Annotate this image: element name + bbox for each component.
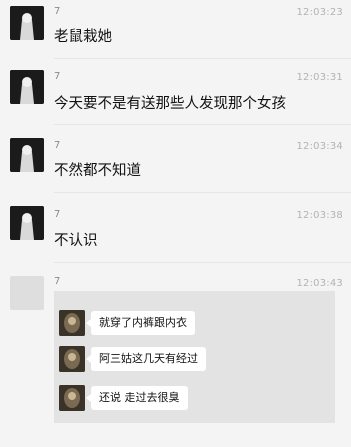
sender-name: 7 <box>54 209 61 220</box>
message-timestamp: 12:03:43 <box>296 278 343 289</box>
embedded-avatar <box>59 310 85 336</box>
message-text[interactable]: 不然都不知道 <box>54 159 141 180</box>
avatar[interactable] <box>10 138 44 172</box>
avatar[interactable] <box>10 70 44 104</box>
embedded-message-row: 阿三姑这几天有经过 <box>54 346 335 374</box>
sender-name: 7 <box>54 140 61 151</box>
divider <box>54 58 351 59</box>
message-timestamp: 12:03:34 <box>296 141 343 152</box>
embedded-screenshot-image[interactable]: 就穿了内裤跟内衣 阿三姑这几天有经过 还说 走过去很臭 <box>54 291 335 423</box>
embedded-avatar <box>59 346 85 372</box>
sender-name: 7 <box>54 276 61 287</box>
avatar[interactable] <box>10 276 44 310</box>
sender-name: 7 <box>54 6 61 17</box>
embedded-avatar <box>59 385 85 411</box>
message-text[interactable]: 不认识 <box>54 229 98 250</box>
embedded-message-row: 还说 走过去很臭 <box>54 385 335 413</box>
divider <box>54 124 351 125</box>
message-timestamp: 12:03:31 <box>296 72 343 83</box>
message-text[interactable]: 今天要不是有送那些人发现那个女孩 <box>54 92 286 113</box>
divider <box>54 192 351 193</box>
embedded-message-bubble: 还说 走过去很臭 <box>86 386 188 410</box>
message-timestamp: 12:03:38 <box>296 210 343 221</box>
message-timestamp: 12:03:23 <box>296 7 343 18</box>
divider <box>54 262 351 263</box>
embedded-message-row: 就穿了内裤跟内衣 <box>54 310 335 338</box>
embedded-message-bubble: 就穿了内裤跟内衣 <box>86 311 195 335</box>
sender-name: 7 <box>54 71 61 82</box>
avatar[interactable] <box>10 206 44 240</box>
avatar[interactable] <box>10 6 44 40</box>
message-text[interactable]: 老鼠栽她 <box>54 25 112 46</box>
embedded-message-bubble: 阿三姑这几天有经过 <box>86 347 206 371</box>
